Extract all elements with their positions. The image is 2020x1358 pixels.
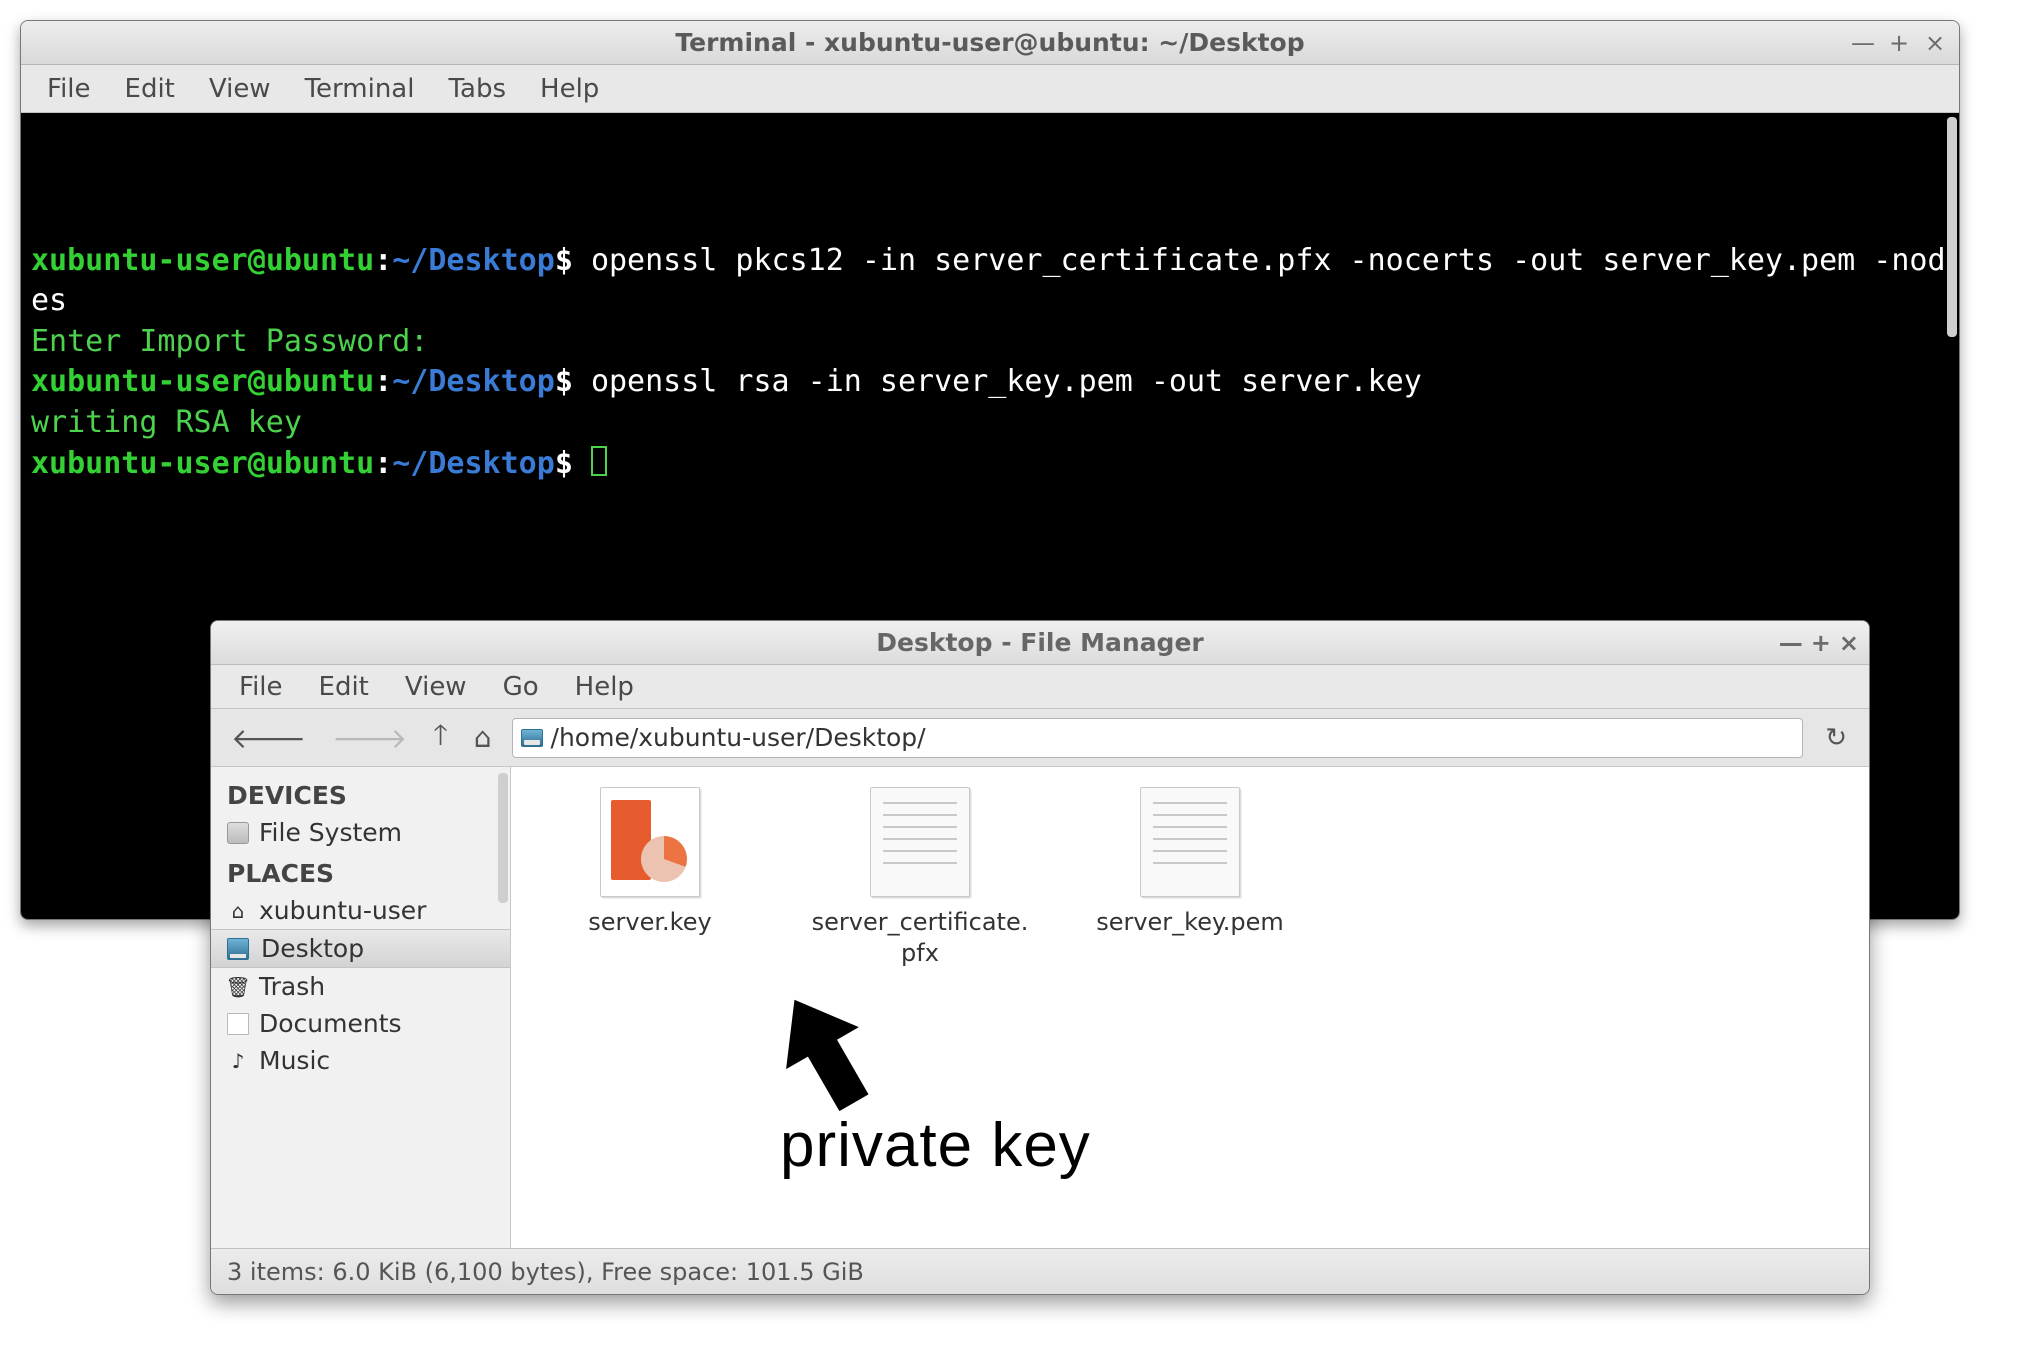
file-manager-window: Desktop - File Manager — + × File Edit V… (210, 620, 1870, 1295)
home-icon: ⌂ (227, 900, 249, 922)
sidebar-scrollbar-thumb[interactable] (498, 773, 508, 903)
file-item[interactable]: server_key.pem (1075, 787, 1305, 938)
fm-sidebar: DEVICES File System PLACES ⌂ xubuntu-user Des… (211, 767, 511, 1248)
fm-close-button[interactable]: × (1839, 629, 1859, 657)
sidebar-item-label: Documents (259, 1009, 402, 1038)
fm-title: Desktop - File Manager (876, 628, 1204, 657)
fm-menu-help[interactable]: Help (561, 670, 648, 704)
nav-home-button[interactable]: ⌂ (468, 719, 498, 756)
menu-file[interactable]: File (33, 70, 105, 108)
fm-status-text: 3 items: 6.0 KiB (6,100 bytes), Free spa… (227, 1258, 864, 1286)
nav-up-button[interactable]: 🡑 (427, 712, 454, 764)
trash-icon: 🗑 (227, 976, 249, 998)
terminal-title: Terminal - xubuntu-user@ubuntu: ~/Deskto… (675, 28, 1304, 57)
nav-back-button[interactable]: 🡐 (225, 719, 312, 757)
sidebar-section-head: PLACES (211, 851, 510, 892)
fm-icon-grid: server.key server_certificate.pfx server_k… (535, 787, 1845, 969)
terminal-line: xubuntu-user@ubuntu:~/Desktop$ (31, 443, 1949, 485)
terminal-line: xubuntu-user@ubuntu:~/Desktop$ openssl r… (31, 362, 1949, 403)
fm-toolbar: 🡐 🡒 🡑 ⌂ /home/xubuntu-user/Desktop/ ↻ (211, 709, 1869, 767)
sidebar-item-desktop[interactable]: Desktop (211, 929, 510, 968)
terminal-titlebar[interactable]: Terminal - xubuntu-user@ubuntu: ~/Deskto… (21, 21, 1959, 65)
sidebar-item-label: File System (259, 818, 402, 847)
sidebar-item-file-system[interactable]: File System (211, 814, 510, 851)
sidebar-item-trash[interactable]: 🗑 Trash (211, 968, 510, 1005)
fm-body: DEVICES File System PLACES ⌂ xubuntu-user Des… (211, 767, 1869, 1248)
location-path: /home/xubuntu-user/Desktop/ (551, 723, 926, 752)
fm-menu-edit[interactable]: Edit (305, 670, 383, 704)
fm-titlebar[interactable]: Desktop - File Manager — + × (211, 621, 1869, 665)
fm-menu-view[interactable]: View (391, 670, 481, 704)
fm-menubar: File Edit View Go Help (211, 665, 1869, 709)
music-icon: ♪ (227, 1050, 249, 1072)
file-item[interactable]: server_certificate.pfx (805, 787, 1035, 969)
fm-maximize-button[interactable]: + (1811, 629, 1831, 657)
fm-content[interactable]: server.key server_certificate.pfx server_k… (511, 767, 1869, 1248)
file-label: server_key.pem (1075, 907, 1305, 938)
minimize-button[interactable]: — (1849, 29, 1877, 57)
terminal-menubar: File Edit View Terminal Tabs Help (21, 65, 1959, 113)
sidebar-item-label: Trash (259, 972, 325, 1001)
sidebar-item-documents[interactable]: Documents (211, 1005, 510, 1042)
file-thumbnail-icon (1140, 787, 1240, 897)
fm-window-controls: — + × (1779, 621, 1859, 664)
file-label: server.key (535, 907, 765, 938)
terminal-line: Enter Import Password: (31, 322, 1949, 363)
sidebar-section-head: DEVICES (211, 773, 510, 814)
desktop-icon (227, 938, 249, 960)
sidebar-item-xubuntu-user[interactable]: ⌂ xubuntu-user (211, 892, 510, 929)
file-thumbnail-icon (600, 787, 700, 897)
terminal-output-text: writing RSA key (31, 405, 302, 440)
disk-icon (227, 822, 249, 844)
desktop-icon (521, 729, 543, 747)
file-item[interactable]: server.key (535, 787, 765, 938)
menu-edit[interactable]: Edit (111, 70, 189, 108)
window-controls: — + × (1849, 21, 1949, 64)
terminal-cursor (591, 446, 608, 476)
menu-terminal[interactable]: Terminal (291, 70, 429, 108)
sidebar-item-label: Desktop (261, 934, 364, 963)
menu-tabs[interactable]: Tabs (434, 70, 520, 108)
file-thumbnail-icon (870, 787, 970, 897)
terminal-command-text: openssl rsa -in server_key.pem -out serv… (591, 364, 1422, 399)
terminal-scrollbar-thumb[interactable] (1947, 117, 1957, 337)
fm-statusbar: 3 items: 6.0 KiB (6,100 bytes), Free spa… (211, 1248, 1869, 1294)
fm-minimize-button[interactable]: — (1779, 629, 1803, 657)
nav-forward-button[interactable]: 🡒 (326, 719, 413, 757)
sidebar-item-label: xubuntu-user (259, 896, 426, 925)
reload-button[interactable]: ↻ (1817, 721, 1855, 755)
sidebar-item-label: Music (259, 1046, 330, 1075)
maximize-button[interactable]: + (1885, 29, 1913, 57)
sidebar-item-music[interactable]: ♪ Music (211, 1042, 510, 1079)
menu-help[interactable]: Help (526, 70, 613, 108)
terminal-line: xubuntu-user@ubuntu:~/Desktop$ openssl p… (31, 241, 1949, 322)
terminal-output-text: Enter Import Password: (31, 324, 428, 359)
fm-menu-go[interactable]: Go (489, 670, 553, 704)
terminal-line: writing RSA key (31, 403, 1949, 444)
location-bar[interactable]: /home/xubuntu-user/Desktop/ (512, 718, 1804, 758)
file-label: server_certificate.pfx (805, 907, 1035, 969)
fm-menu-file[interactable]: File (225, 670, 297, 704)
close-button[interactable]: × (1921, 29, 1949, 57)
document-icon (227, 1013, 249, 1035)
menu-view[interactable]: View (195, 70, 285, 108)
